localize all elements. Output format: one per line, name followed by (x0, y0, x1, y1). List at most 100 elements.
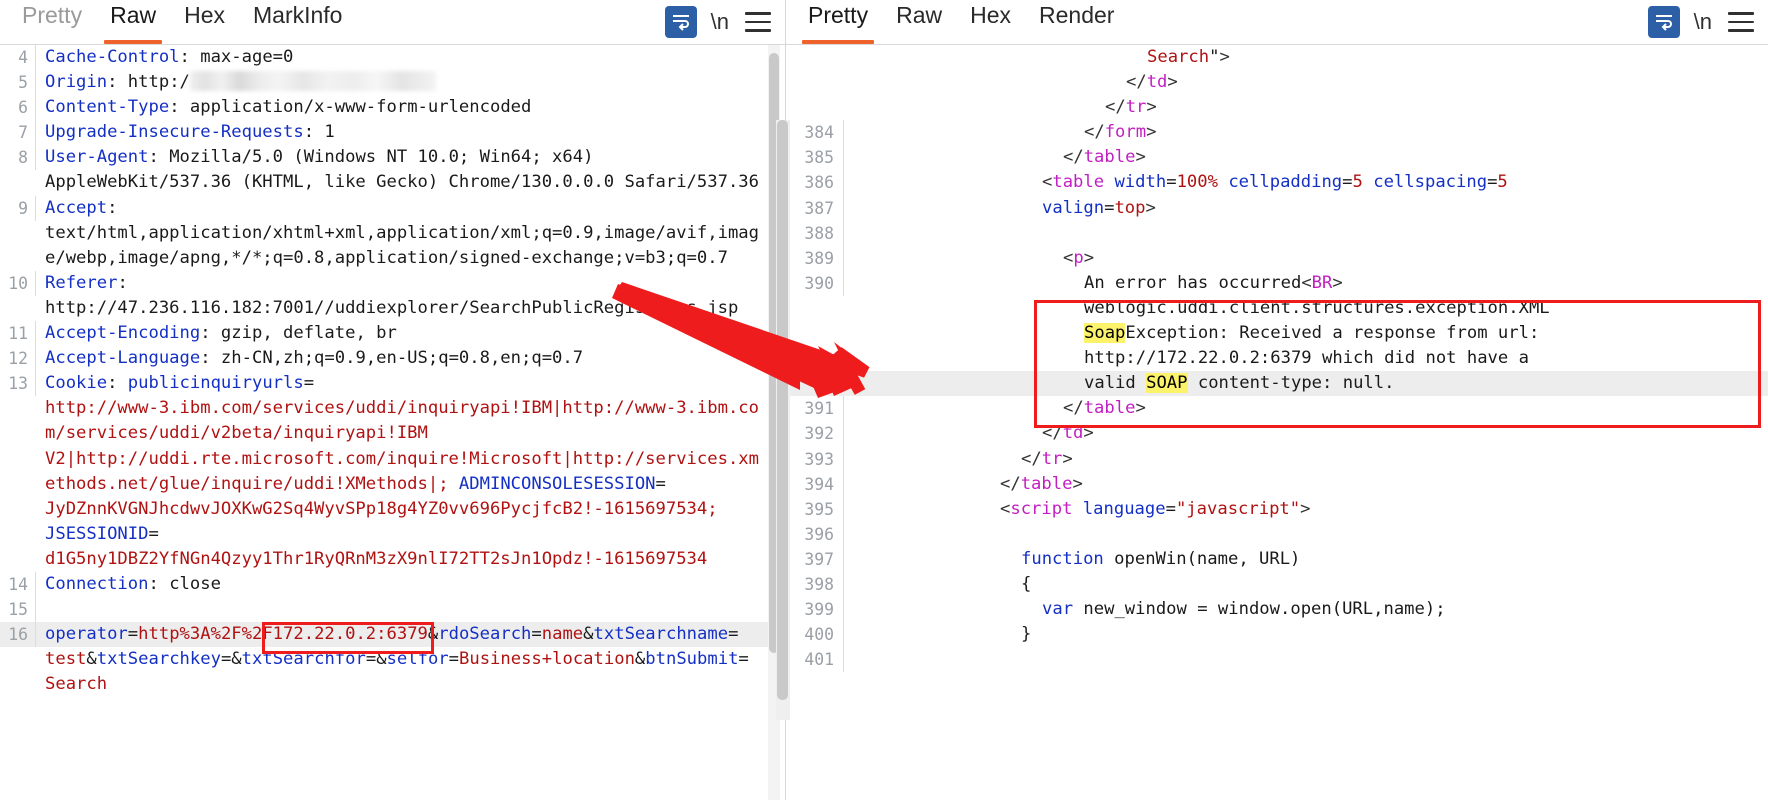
hamburger-menu-icon[interactable] (745, 12, 771, 32)
code-line-content: d1G5ny1DBZ2YfNGn4Qzyy1Thr1RyQRnM3zX9nlI7… (36, 547, 785, 572)
code-line[interactable]: weblogic.uddi.client.structures.exceptio… (786, 296, 1768, 321)
code-line[interactable]: 15 (0, 597, 785, 623)
code-line[interactable]: 385 </table> (786, 145, 1768, 171)
code-line[interactable]: 14 Connection: close (0, 571, 785, 598)
tab-response-raw[interactable]: Raw (882, 0, 956, 44)
code-line[interactable]: 10 Referer: (0, 270, 785, 296)
code-line[interactable]: AppleWebKit/537.36 (KHTML, like Gecko) C… (0, 170, 785, 195)
tab-response-pretty[interactable]: Pretty (794, 0, 882, 44)
code-line-content: </form> (844, 120, 1768, 145)
code-line[interactable]: 390 An error has occurred<BR> (786, 270, 1768, 296)
code-line[interactable]: 4 Cache-Control: max-age=0 (0, 45, 785, 71)
code-token: width (1114, 172, 1167, 193)
line-number: 401 (786, 647, 844, 673)
code-line[interactable]: 384 </form> (786, 120, 1768, 146)
response-scrollbar-thumb[interactable] (777, 120, 788, 700)
code-line[interactable]: 394 </table> (786, 471, 1768, 497)
code-token: max-age=0 (200, 47, 294, 67)
code-token: = (655, 473, 666, 494)
code-token: = (1165, 498, 1176, 519)
code-token: tr (1041, 448, 1063, 469)
response-scrollbar[interactable] (776, 120, 790, 720)
code-line-content: Connection: close (36, 572, 785, 597)
code-line[interactable]: JyDZnnKVGNJhcdwvJOXKwG2Sq4WyvSPp18g4YZ0v… (0, 497, 785, 522)
code-line[interactable]: http://47.236.116.182:7001//uddiexplorer… (0, 296, 785, 321)
code-line[interactable]: JSESSIONID= (0, 522, 785, 547)
code-line[interactable]: 387 valign=top> (786, 195, 1768, 221)
code-token: } (1021, 624, 1032, 645)
code-line[interactable]: 11 Accept-Encoding: gzip, deflate, br (0, 321, 785, 347)
code-line[interactable]: text/html,application/xhtml+xml,applicat… (0, 221, 785, 246)
tab-request-markinfo[interactable]: MarkInfo (239, 0, 356, 44)
code-line[interactable]: 12 Accept-Language: zh-CN,zh;q=0.9,en-US;… (0, 346, 785, 372)
line-number: 399 (786, 597, 844, 623)
code-token: gzip, deflate, br (220, 323, 397, 344)
code-line[interactable]: 392 </td> (786, 421, 1768, 447)
code-token: { (1021, 573, 1032, 594)
code-line[interactable]: 6 Content-Type: application/x-www-form-ur… (0, 95, 785, 121)
code-line[interactable]: ethods.net/glue/inquire/uddi!XMethods|; … (0, 472, 785, 497)
code-line[interactable]: 391 </table> (786, 396, 1768, 422)
code-token: http%3A%2F%2F172.22.0.2:6379 (138, 624, 428, 645)
code-line[interactable]: http://172.22.0.2:6379 which did not hav… (786, 346, 1768, 371)
tab-response-hex[interactable]: Hex (956, 0, 1025, 44)
request-tabbar: Pretty Raw Hex MarkInfo \n (0, 0, 785, 45)
code-line[interactable]: 399 var new_window = window.open(URL,name… (786, 597, 1768, 623)
code-line-content (844, 221, 1768, 246)
request-code-area[interactable]: 4 Cache-Control: max-age=0 5 Origin: http:/… (0, 45, 785, 800)
code-line[interactable]: 16 operator=http%3A%2F%2F172.22.0.2:6379&… (0, 622, 785, 648)
newline-toggle[interactable]: \n (1694, 9, 1712, 35)
code-token: " (1209, 47, 1220, 67)
code-line[interactable]: 400} (786, 622, 1768, 648)
tab-request-raw[interactable]: Raw (96, 0, 170, 44)
code-line[interactable]: 395 <script language="javascript"> (786, 496, 1768, 522)
code-token: : (200, 348, 221, 369)
response-code-area[interactable]: Search"> </td> </tr> 384 </form> 385 </table> 3… (786, 45, 1768, 800)
code-line[interactable]: valid SOAP content-type: null. (786, 371, 1768, 397)
code-line[interactable]: 386 <table width=100% cellpadding=5 cells… (786, 170, 1768, 196)
tab-request-hex[interactable]: Hex (170, 0, 239, 44)
code-line[interactable]: 8 User-Agent: Mozilla/5.0 (Windows NT 10.… (0, 145, 785, 171)
code-token: Accept-Language (45, 348, 201, 369)
code-token: selfor (386, 649, 449, 670)
code-line[interactable]: SoapException: Received a response from … (786, 321, 1768, 346)
code-line[interactable]: 393 </tr> (786, 446, 1768, 472)
code-line[interactable]: 9 Accept: (0, 195, 785, 221)
code-token: Accept-Encoding (45, 323, 201, 344)
code-line[interactable]: Search (0, 672, 785, 697)
code-line[interactable]: 5 Origin: http:/ (0, 70, 785, 96)
hamburger-menu-icon[interactable] (1728, 12, 1754, 32)
code-line[interactable]: 398 { (786, 571, 1768, 598)
code-token: : (303, 122, 325, 143)
line-number: 10 (0, 270, 36, 296)
code-line[interactable]: Search"> (786, 45, 1768, 70)
code-line[interactable]: d1G5ny1DBZ2YfNGn4Qzyy1Thr1RyQRnM3zX9nlI7… (0, 547, 785, 572)
code-line[interactable]: 397 function openWin(name, URL) (786, 546, 1768, 572)
code-token: ethods.net/glue/inquire/uddi!XMethods|; (45, 473, 459, 494)
tab-response-render[interactable]: Render (1025, 0, 1128, 44)
word-wrap-icon[interactable] (664, 6, 697, 38)
code-token: </ (1126, 72, 1147, 93)
code-line[interactable]: http://www-3.ibm.com/services/uddi/inqui… (0, 396, 785, 421)
code-token: table (1052, 172, 1115, 193)
code-line[interactable]: 389 <p> (786, 245, 1768, 271)
code-line[interactable]: V2|http://uddi.rte.microsoft.com/inquire… (0, 447, 785, 472)
code-line[interactable]: </td> (786, 70, 1768, 95)
code-line[interactable]: 7 Upgrade-Insecure-Requests: 1 (0, 120, 785, 146)
code-line[interactable]: e/webp,image/apng,*/*;q=0.8,application/… (0, 246, 785, 271)
word-wrap-icon[interactable] (1647, 6, 1680, 38)
code-token: p (1073, 247, 1084, 268)
code-line[interactable]: 388 (786, 220, 1768, 246)
code-line[interactable]: </tr> (786, 95, 1768, 120)
newline-toggle[interactable]: \n (711, 9, 729, 35)
code-line[interactable]: 396 (786, 521, 1768, 547)
code-line[interactable]: m/services/uddi/v2beta/inquiryapi!IBM (0, 421, 785, 446)
code-line-content: Origin: http:/ (36, 70, 785, 95)
redacted-host (189, 71, 436, 92)
code-line[interactable]: 401 (786, 647, 1768, 673)
code-line[interactable]: 13 Cookie: publicinquiryurls= (0, 371, 785, 397)
code-token: > (1145, 197, 1156, 218)
code-line[interactable]: test&txtSearchkey=&txtSearchfor=&selfor=… (0, 647, 785, 672)
code-token: table (1083, 398, 1136, 419)
tab-request-pretty[interactable]: Pretty (8, 0, 96, 44)
